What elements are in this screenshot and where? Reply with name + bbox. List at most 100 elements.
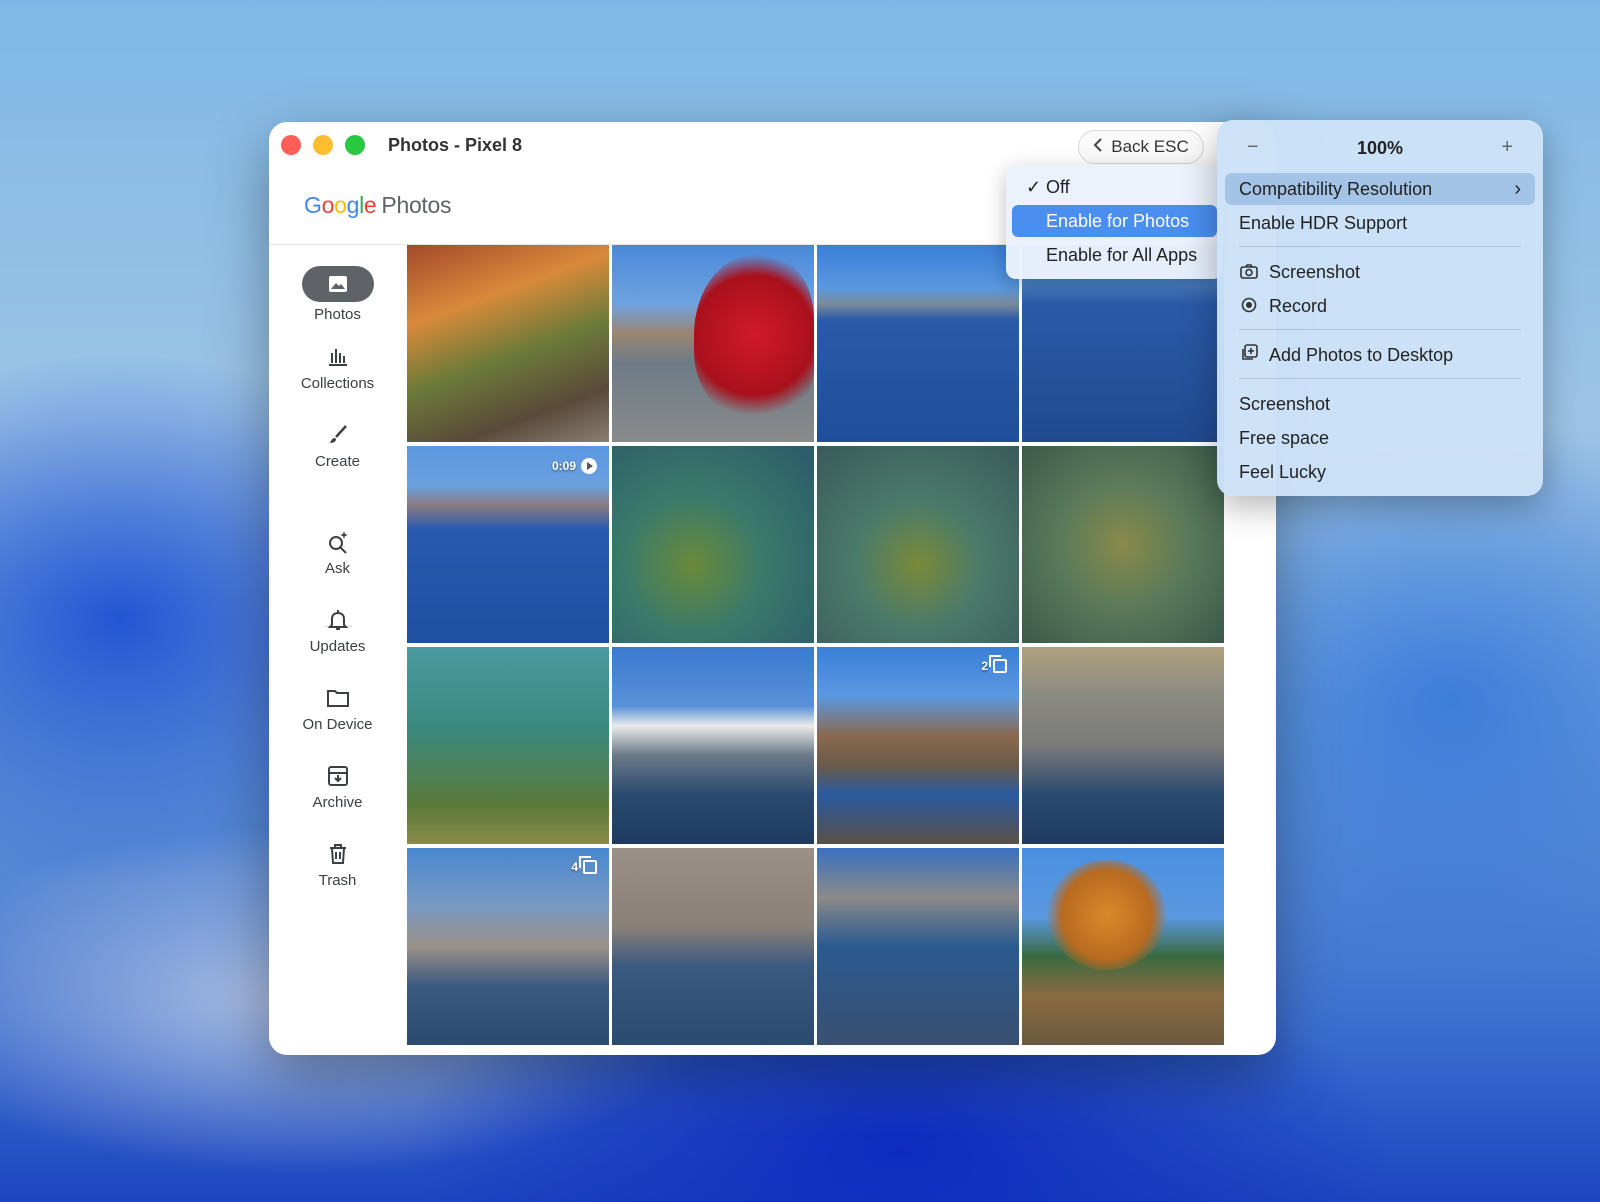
photo-tile[interactable]: [1022, 647, 1224, 844]
logo-letter: e: [363, 192, 377, 218]
video-tile[interactable]: 0:09: [407, 446, 609, 643]
context-menu: − 100% + Compatibility Resolution › Enab…: [1217, 120, 1543, 496]
sidebar-item-label: Collections: [300, 375, 375, 392]
sidebar-item-label: On Device: [302, 716, 373, 733]
back-button[interactable]: Back ESC: [1078, 130, 1204, 164]
photo-tile[interactable]: [612, 647, 814, 844]
submenu-item-off[interactable]: ✓ Off: [1012, 171, 1217, 203]
video-badge: 0:09: [552, 458, 597, 474]
sidebar-item-label: Updates: [309, 638, 366, 655]
window-title: Photos - Pixel 8: [388, 135, 523, 155]
menu-item-screenshot-capture[interactable]: Screenshot: [1225, 256, 1535, 288]
sidebar-item-trash[interactable]: Trash: [269, 842, 406, 889]
photo-grid: 0:09 2 4: [407, 245, 1225, 1055]
submenu-item-enable-for-photos[interactable]: Enable for Photos: [1012, 205, 1217, 237]
photo-icon: [301, 266, 374, 302]
folder-icon: [326, 686, 350, 710]
photo-tile[interactable]: [1022, 446, 1224, 643]
chevron-left-icon: [1093, 137, 1103, 158]
add-to-desktop-icon: [1239, 340, 1259, 372]
photo-tile[interactable]: 2: [817, 647, 1019, 844]
submenu-item-enable-for-all-apps[interactable]: Enable for All Apps: [1012, 239, 1217, 271]
sidebar-item-label: Archive: [312, 794, 363, 811]
photo-tile[interactable]: [612, 848, 814, 1045]
photo-tile[interactable]: [817, 848, 1019, 1045]
photo-tile[interactable]: [407, 647, 609, 844]
trash-icon: [326, 842, 350, 866]
zoom-in-button[interactable]: +: [1501, 136, 1513, 159]
title-bar: Photos - Pixel 8 Back ESC: [269, 122, 1276, 170]
menu-item-label: Add Photos to Desktop: [1269, 345, 1454, 365]
brush-icon: [326, 423, 350, 447]
sidebar-item-photos[interactable]: Photos: [269, 266, 406, 323]
archive-icon: [326, 764, 350, 788]
logo-letter: G: [304, 192, 322, 218]
menu-separator: [1239, 329, 1521, 330]
submenu-item-label: Enable for All Apps: [1046, 245, 1198, 265]
ask-sparkle-icon: [326, 530, 350, 554]
menu-item-record[interactable]: Record: [1225, 290, 1535, 322]
photo-tile[interactable]: [817, 245, 1019, 442]
photo-tile[interactable]: [612, 245, 814, 442]
photo-tile[interactable]: [1022, 848, 1224, 1045]
compatibility-resolution-submenu: ✓ Off Enable for Photos Enable for All A…: [1006, 165, 1223, 279]
google-photos-logo[interactable]: Google Photos: [304, 192, 452, 219]
minimize-window-button[interactable]: [313, 135, 333, 155]
photo-tile[interactable]: [612, 446, 814, 643]
submenu-item-label: Enable for Photos: [1046, 211, 1190, 231]
back-button-label: Back ESC: [1111, 137, 1189, 156]
sidebar-item-updates[interactable]: Updates: [269, 608, 406, 655]
menu-item-add-photos-to-desktop[interactable]: Add Photos to Desktop: [1225, 339, 1535, 371]
stack-badge: 4: [571, 856, 597, 874]
checkmark-icon: ✓: [1026, 177, 1042, 197]
logo-photos-text: Photos: [381, 192, 452, 218]
logo-letter: o: [321, 192, 335, 218]
sidebar-item-label: Photos: [314, 306, 361, 323]
sidebar-item-create[interactable]: Create: [269, 423, 406, 470]
stack-icon: [989, 655, 1007, 673]
photo-tile[interactable]: [817, 446, 1019, 643]
stack-icon: [579, 856, 597, 874]
sidebar-item-ask[interactable]: Ask: [269, 530, 406, 577]
submenu-item-label: Off: [1046, 177, 1070, 197]
logo-letter: o: [334, 192, 347, 218]
menu-item-screenshot[interactable]: Screenshot: [1225, 388, 1535, 420]
stack-count: 4: [571, 860, 578, 874]
sidebar: Photos Collections Create Ask Updates On…: [269, 245, 406, 1055]
menu-item-label: Screenshot: [1269, 262, 1361, 282]
chevron-right-icon: ›: [1514, 178, 1521, 200]
stack-count: 2: [981, 659, 988, 673]
menu-item-label: Compatibility Resolution: [1239, 179, 1433, 199]
menu-item-feel-lucky[interactable]: Feel Lucky: [1225, 456, 1535, 488]
menu-item-label: Enable HDR Support: [1239, 213, 1408, 233]
menu-item-label: Screenshot: [1239, 394, 1331, 414]
video-duration: 0:09: [551, 459, 576, 473]
record-icon: [1239, 291, 1259, 323]
menu-item-label: Free space: [1239, 428, 1330, 448]
sidebar-item-collections[interactable]: Collections: [269, 345, 406, 392]
menu-item-free-space[interactable]: Free space: [1225, 422, 1535, 454]
zoom-control: − 100% +: [1217, 132, 1543, 164]
sidebar-item-archive[interactable]: Archive: [269, 764, 406, 811]
camera-icon: [1239, 257, 1259, 289]
sidebar-item-label: Trash: [318, 872, 357, 889]
sidebar-item-label: Create: [314, 453, 361, 470]
menu-item-compatibility-resolution[interactable]: Compatibility Resolution ›: [1225, 173, 1535, 205]
logo-letter: g: [346, 192, 360, 218]
stack-badge: 2: [981, 655, 1007, 673]
bell-icon: [326, 608, 350, 632]
menu-item-label: Record: [1269, 296, 1328, 316]
close-window-button[interactable]: [281, 135, 301, 155]
sidebar-item-on-device[interactable]: On Device: [269, 686, 406, 733]
photo-tile[interactable]: 4: [407, 848, 609, 1045]
menu-item-enable-hdr-support[interactable]: Enable HDR Support: [1225, 207, 1535, 239]
zoom-level: 100%: [1356, 138, 1404, 158]
zoom-window-button[interactable]: [345, 135, 365, 155]
menu-item-label: Feel Lucky: [1239, 462, 1327, 482]
play-icon: [581, 458, 597, 474]
menu-separator: [1239, 246, 1521, 247]
collections-icon: [326, 345, 350, 369]
menu-separator: [1239, 378, 1521, 379]
sidebar-item-label: Ask: [324, 560, 350, 577]
photo-tile[interactable]: [407, 245, 609, 442]
